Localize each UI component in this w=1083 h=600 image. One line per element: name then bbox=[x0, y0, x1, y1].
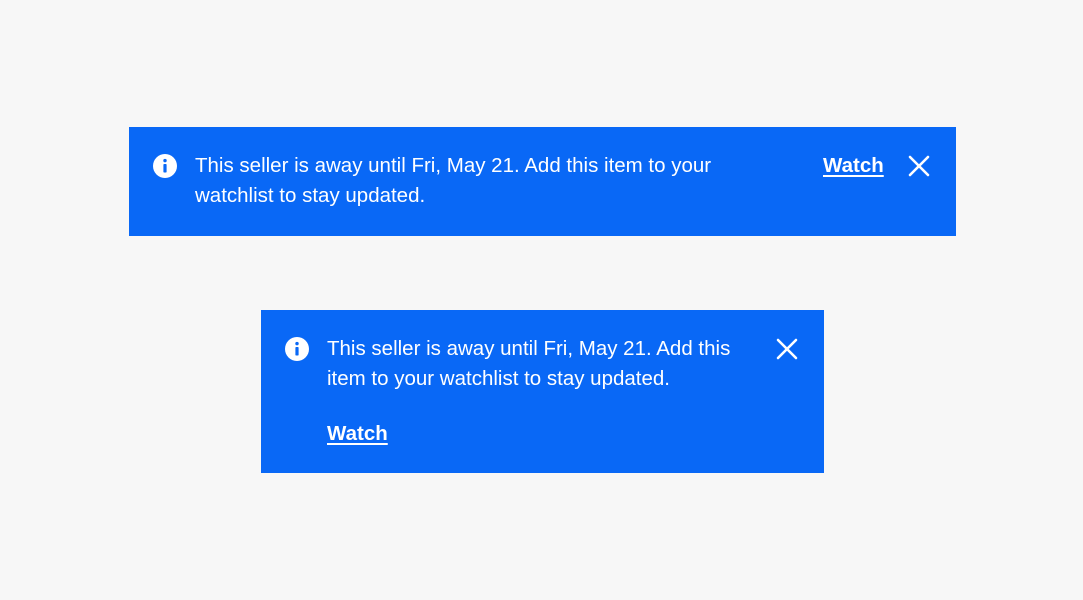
close-icon bbox=[776, 338, 798, 360]
banner-message-line: item to your watchlist to stay updated. bbox=[327, 367, 670, 390]
watch-link[interactable]: Watch bbox=[823, 151, 884, 181]
close-icon bbox=[908, 155, 930, 177]
banner-message-line: watchlist to stay updated. bbox=[195, 184, 426, 207]
banner-message: This seller is away until Fri, May 21. A… bbox=[195, 151, 795, 211]
info-icon bbox=[285, 337, 309, 361]
banner-message: This seller is away until Fri, May 21. A… bbox=[327, 334, 757, 394]
close-button[interactable] bbox=[906, 153, 932, 179]
info-icon bbox=[153, 154, 177, 178]
watch-link[interactable]: Watch bbox=[327, 419, 388, 449]
notice-banner-narrow: This seller is away until Fri, May 21. A… bbox=[261, 310, 824, 473]
banner-message-line: This seller is away until Fri, May 21. A… bbox=[195, 154, 712, 177]
close-button[interactable] bbox=[774, 336, 800, 362]
notice-banner-wide: This seller is away until Fri, May 21. A… bbox=[129, 127, 956, 236]
banner-message-line: This seller is away until Fri, May 21. A… bbox=[327, 337, 731, 360]
